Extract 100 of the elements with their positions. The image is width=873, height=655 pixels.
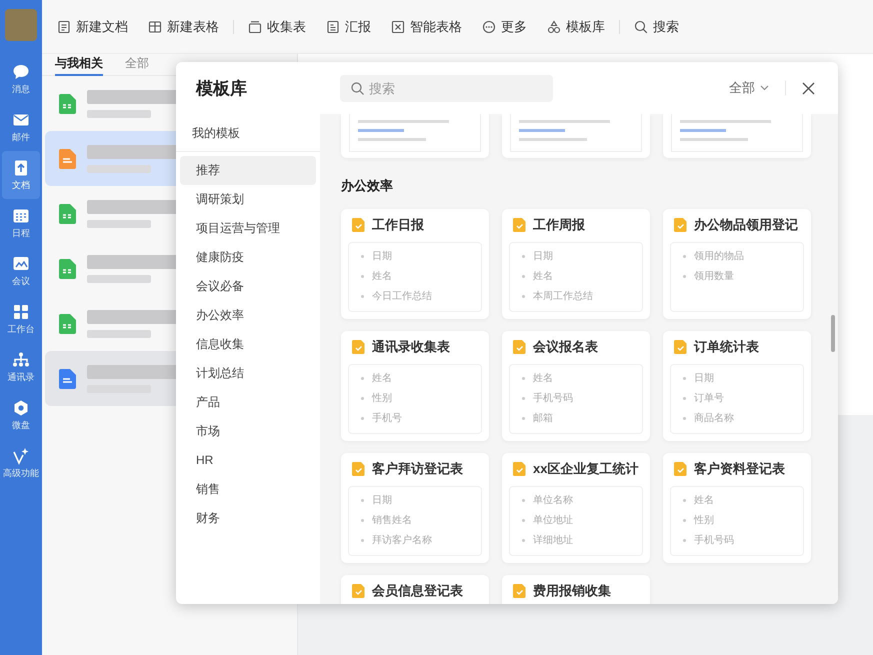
template-card[interactable] [341,114,489,158]
nav-item[interactable]: 通讯录 [2,343,40,391]
nav-item[interactable]: 文档 [2,151,40,199]
template-card[interactable]: xx区企业复工统计 单位名称 单位地址 详细地址 [502,453,650,563]
template-card[interactable]: 费用报销收集 [502,575,650,604]
template-title: 会员信息登记表 [372,582,463,600]
dialog-title: 模板库 [194,78,248,100]
box-icon [248,20,262,34]
toolbar-button[interactable]: 更多 [482,18,527,36]
field-name: 拜访客户名称 [372,534,432,547]
template-card[interactable]: 工作周报 日期 姓名 本周工作总结 [502,209,650,319]
category-item[interactable]: 产品 [180,388,316,417]
bullet-icon [361,498,364,502]
file-list-item[interactable] [45,351,176,406]
template-card[interactable]: 订单统计表 日期 订单号 商品名称 [663,331,811,441]
bullet-icon [361,376,364,380]
template-card[interactable]: 通讯录收集表 姓名 性别 手机号 [341,331,489,441]
template-card[interactable] [663,114,811,158]
field-name: 姓名 [533,372,553,385]
close-button[interactable] [800,80,816,96]
template-card[interactable]: 工作日报 日期 姓名 今日工作总结 [341,209,489,319]
field-name: 销售姓名 [372,514,412,527]
category-item[interactable]: 市场 [180,417,316,446]
bullet-icon [522,294,525,298]
category-item[interactable]: 会议必备 [180,272,316,301]
form-document-icon [513,340,527,354]
crossed-box-icon [391,20,405,34]
bullet-icon [683,376,686,380]
template-title: 订单统计表 [694,338,759,356]
bullet-icon [522,376,525,380]
field-name: 姓名 [372,372,392,385]
toolbar-button[interactable]: 新建文档 [57,18,128,36]
blurred-text-placeholder [87,110,151,118]
sparkle-icon [12,446,30,464]
file-icon [59,204,76,224]
field-name: 单位地址 [533,514,573,527]
toolbar-button[interactable]: 新建表格 [148,18,219,36]
form-document-icon [352,340,366,354]
chat-bubble-icon [12,62,30,80]
field-name: 日期 [533,250,553,263]
template-title: 工作日报 [372,216,424,234]
template-card[interactable]: 办公物品领用登记 领用的物品 领用数量 [663,209,811,319]
form-document-icon [513,218,527,232]
template-title: xx区企业复工统计 [533,460,638,478]
toolbar-button[interactable]: 智能表格 [391,18,462,36]
bullet-icon [522,274,525,278]
toolbar-button[interactable]: 模板库 [547,18,605,36]
form-document-icon [513,584,527,598]
bullet-icon [683,518,686,522]
form-document-icon [513,462,527,476]
category-item[interactable]: 推荐 [180,156,316,185]
more-icon [482,20,496,34]
search-field[interactable]: 搜索 [340,74,553,102]
field-name: 手机号码 [694,534,734,547]
scrollbar-thumb[interactable] [831,315,835,352]
template-card[interactable] [502,114,650,158]
template-title: 通讯录收集表 [372,338,450,356]
category-item[interactable]: HR [180,446,316,475]
field-name: 姓名 [372,270,392,283]
category-item[interactable]: 调研策划 [180,185,316,214]
bullet-icon [361,254,364,258]
category-item[interactable]: 信息收集 [180,330,316,359]
bullet-icon [361,294,364,298]
category-item[interactable]: 销售 [180,475,316,504]
field-name: 手机号码 [533,392,573,405]
org-chart-icon [12,350,30,368]
toolbar-button[interactable]: 收集表 [248,18,306,36]
nav-item[interactable]: 消息 [2,55,40,103]
template-title: 办公物品领用登记 [694,216,798,234]
blurred-text-placeholder [87,330,151,338]
nav-item[interactable]: 高级功能 [2,439,40,487]
bullet-icon [361,416,364,420]
field-name: 邮箱 [533,412,553,425]
nav-item[interactable]: 工作台 [2,295,40,343]
bullet-icon [683,416,686,420]
field-name: 今日工作总结 [372,290,432,303]
bullet-icon [361,396,364,400]
category-item[interactable]: 项目运营与管理 [180,214,316,243]
nav-item[interactable]: 日程 [2,199,40,247]
filter-dropdown[interactable]: 全部 [729,79,769,97]
template-card[interactable]: 会议报名表 姓名 手机号码 邮箱 [502,331,650,441]
file-icon [59,94,76,114]
toolbar-button[interactable]: 汇报 [326,18,371,36]
template-card[interactable]: 客户资料登记表 姓名 性别 手机号码 [663,453,811,563]
template-card[interactable]: 客户拜访登记表 日期 销售姓名 拜访客户名称 [341,453,489,563]
category-item[interactable]: 计划总结 [180,359,316,388]
nav-item[interactable]: 微盘 [2,391,40,439]
nav-item[interactable]: 会议 [2,247,40,295]
category-item[interactable]: 健康防疫 [180,243,316,272]
toolbar-button[interactable]: 搜索 [634,18,679,36]
field-name: 日期 [372,494,392,507]
category-item[interactable]: 财务 [180,504,316,533]
field-name: 姓名 [694,494,714,507]
template-title: 客户拜访登记表 [372,460,463,478]
tab[interactable]: 与我相关 [55,54,103,76]
calendar-icon [12,206,30,224]
nav-item[interactable]: 邮件 [2,103,40,151]
category-item[interactable]: 办公效率 [180,301,316,330]
template-card[interactable]: 会员信息登记表 [341,575,489,604]
file-list-item[interactable] [45,131,176,186]
